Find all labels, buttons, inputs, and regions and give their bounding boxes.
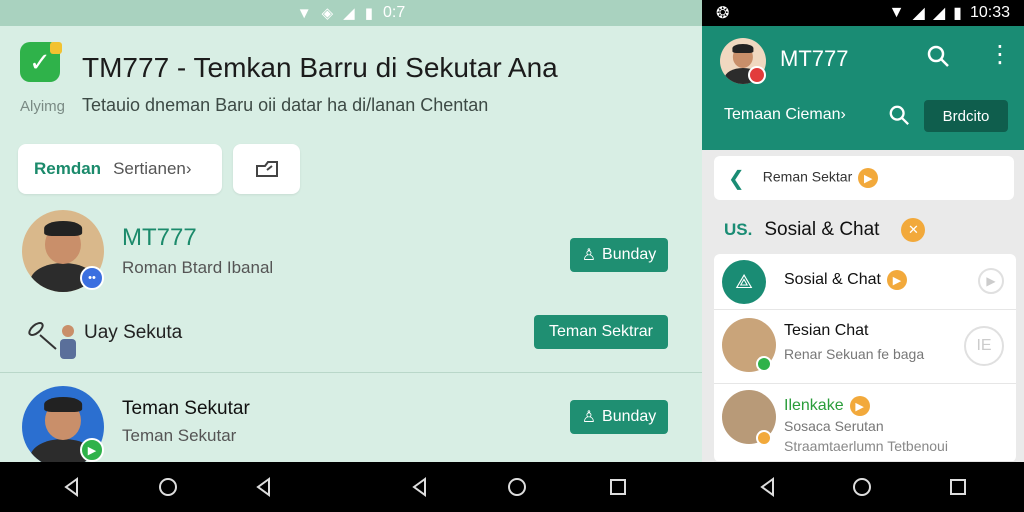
- status-bar-left: ▼ ◈ ◢ ▮ 0:7: [0, 0, 702, 26]
- nav-home-icon[interactable]: [156, 475, 180, 499]
- list-item[interactable]: Tesian Chat Renar Sekuan fe baga IE: [714, 310, 1016, 384]
- list-item-title-text: Sosial & Chat: [784, 271, 881, 289]
- right-screen: ❂ ▼ ◢ ◢ ▮ 10:33 MT777 ⋮ Temaan Cieman› B…: [702, 0, 1024, 462]
- nav-back-icon[interactable]: [408, 475, 432, 499]
- page-subtitle: Tetauio dneman Baru oii datar ha di/lana…: [82, 95, 489, 115]
- search-filter-primary: Remdan: [34, 159, 102, 178]
- notification-icon: ❂: [716, 5, 730, 22]
- contact-name: Teman Sekutar: [122, 398, 250, 419]
- nav-recents-icon[interactable]: [606, 475, 630, 499]
- more-vert-icon[interactable]: ⋮: [988, 40, 1012, 69]
- signal-icon: ◢: [932, 5, 946, 22]
- left-screen: ▼ ◈ ◢ ▮ 0:7 ✓ Alyimg TM777 - Temkan Barr…: [0, 0, 702, 462]
- divider: [0, 372, 702, 373]
- section-tag: US.: [724, 220, 753, 239]
- search-filter-secondary: Sertianen›: [113, 159, 192, 178]
- list-item-subtitle: Sosaca Serutan: [784, 418, 884, 434]
- contact-subtitle: Roman Btard Ibanal: [122, 258, 274, 277]
- contact-list: ⟁ Sosial & Chat ▶ ▶ Tesian Chat Renar Sek…: [714, 254, 1016, 462]
- nearby-card-text: Reman Sektar: [762, 168, 853, 185]
- status-time: 10:33: [969, 4, 1010, 21]
- search-icon[interactable]: [926, 44, 950, 74]
- app-bar: MT777 ⋮ Temaan Cieman› Brdcito: [702, 26, 1024, 150]
- nav-back-icon[interactable]: [60, 475, 84, 499]
- list-item-title: Tesian Chat: [784, 322, 869, 339]
- app-bar-title: MT777: [780, 46, 849, 71]
- add-friend-button-label: Bunday: [602, 246, 657, 263]
- list-item-detail: Straamtaerlumn Tetbenoui: [784, 438, 948, 454]
- signal-icon: ◢: [343, 5, 355, 22]
- battery-icon: ▮: [364, 5, 373, 22]
- list-item-subtitle: Renar Sekuan fe baga: [784, 346, 925, 362]
- nav-recents-icon[interactable]: [946, 475, 970, 499]
- list-item-title: Ilenkake ▶: [784, 396, 870, 416]
- search-filter-card[interactable]: Remdan Sertianen›: [18, 144, 222, 194]
- contact-subtitle: Teman Sekutar: [122, 426, 237, 445]
- avatar-hair: [732, 44, 754, 53]
- nearby-friends-button[interactable]: Teman Sektrar: [534, 315, 668, 349]
- list-item-title: Sosial & Chat ▶: [784, 270, 907, 290]
- nav-back-icon[interactable]: [756, 475, 780, 499]
- add-friend-button-label: Bunday: [602, 408, 657, 425]
- nav-home-icon[interactable]: [505, 475, 529, 499]
- app-bar-action-button[interactable]: Brdcito: [924, 100, 1008, 132]
- back-arrow-icon[interactable]: ❮: [728, 166, 745, 191]
- add-person-icon: ♙: [581, 409, 597, 426]
- orange-badge-icon: ▶: [886, 270, 907, 290]
- forward-icon[interactable]: ▶: [978, 268, 1004, 294]
- nav-recents-icon[interactable]: [252, 475, 276, 499]
- avatar-hair: [44, 221, 82, 237]
- signal-icon: ◢: [912, 5, 925, 22]
- play-badge-icon: ▶: [80, 438, 104, 462]
- status-badge: [756, 430, 772, 446]
- list-item-action-icon[interactable]: IE: [964, 326, 1004, 366]
- nearby-label: Uay Sekuta: [84, 322, 183, 343]
- tab-friends[interactable]: Temaan Cieman›: [724, 106, 846, 124]
- add-friend-button[interactable]: ♙ Bunday: [570, 400, 668, 434]
- nearby-card[interactable]: ❮ Reman Sektar ▶: [714, 156, 1014, 200]
- wifi-icon: ▼: [888, 4, 905, 21]
- list-item[interactable]: ⟁ Sosial & Chat ▶ ▶: [714, 254, 1016, 310]
- share-icon: [255, 161, 278, 177]
- add-person-icon: ♙: [581, 247, 597, 264]
- nav-home-icon[interactable]: [850, 475, 874, 499]
- share-button[interactable]: [233, 144, 300, 194]
- nearby-card-label: Reman Sektar ▶: [762, 168, 879, 188]
- contact-name: MT777: [122, 224, 197, 251]
- wifi-icon: ▼: [296, 4, 312, 22]
- logo-badge: [50, 42, 62, 54]
- section-header: US. Sosial & Chat ✕: [724, 218, 926, 242]
- wifi-icon: ◈: [321, 5, 334, 22]
- close-icon[interactable]: ✕: [901, 218, 926, 242]
- status-time: 0:7: [382, 4, 406, 21]
- list-item[interactable]: Ilenkake ▶ Sosaca Serutan Straamtaerlumn …: [714, 384, 1016, 462]
- system-nav-bar: [0, 462, 1024, 512]
- status-badge: [748, 66, 766, 84]
- search-icon[interactable]: [888, 104, 910, 132]
- chat-badge-icon: ••: [80, 266, 104, 290]
- add-friend-button[interactable]: ♙ Bunday: [570, 238, 668, 272]
- page-title: TM777 - Temkan Barru di Sekutar Ana: [82, 52, 558, 83]
- app-logo: ✓: [20, 42, 62, 82]
- battery-icon: ▮: [953, 5, 962, 22]
- orange-badge-icon: ▶: [849, 396, 870, 416]
- section-title: Sosial & Chat: [764, 219, 880, 240]
- list-item-title-text: Ilenkake: [784, 397, 844, 415]
- person-illustration: [26, 315, 82, 365]
- status-bar-right: ❂ ▼ ◢ ◢ ▮ 10:33: [702, 0, 1024, 26]
- online-badge: [756, 356, 772, 372]
- orange-badge-icon: ▶: [858, 168, 879, 188]
- app-logo-caption: Alyimg: [20, 98, 66, 115]
- avatar-hair: [44, 397, 82, 413]
- social-chat-icon: ⟁: [722, 260, 766, 304]
